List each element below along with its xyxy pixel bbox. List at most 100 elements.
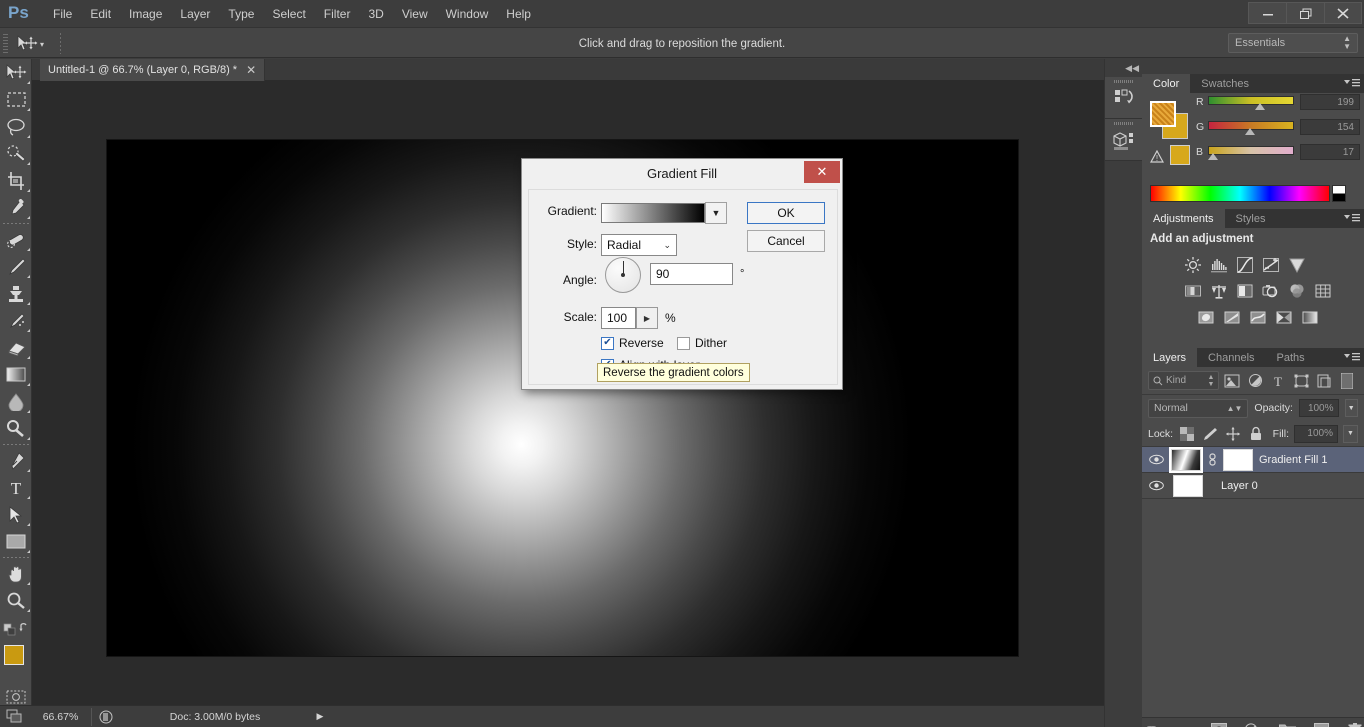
color-panel-foreground-swatch[interactable] — [1150, 101, 1176, 127]
channel-value-b[interactable]: 17 — [1300, 144, 1360, 160]
link-layers-icon[interactable] — [1142, 721, 1160, 727]
selective-color-icon[interactable] — [1271, 304, 1297, 330]
menu-file[interactable]: File — [44, 3, 81, 25]
menu-filter[interactable]: Filter — [315, 3, 360, 25]
layer-row-gradient-fill-1[interactable]: Gradient Fill 1 — [1142, 447, 1364, 473]
black-white-icon[interactable] — [1232, 278, 1258, 304]
dither-checkbox-row[interactable]: Dither — [677, 336, 727, 350]
lock-image-pixels-icon[interactable] — [1201, 425, 1219, 443]
color-spectrum-ramp[interactable] — [1150, 185, 1330, 202]
layer-visibility-icon[interactable] — [1147, 480, 1165, 491]
new-adjustment-layer-icon[interactable] — [1244, 721, 1262, 727]
angle-input[interactable]: 90 — [650, 263, 733, 285]
pixel-layer-filter-icon[interactable] — [1221, 371, 1242, 391]
hue-saturation-icon[interactable] — [1180, 278, 1206, 304]
layer-row-layer-0[interactable]: Layer 0 — [1142, 473, 1364, 499]
channel-thumb-g[interactable] — [1245, 128, 1255, 135]
spectrum-white-black-swatch[interactable] — [1332, 185, 1346, 202]
tab-swatches[interactable]: Swatches — [1190, 74, 1260, 93]
gradient-map-icon[interactable] — [1297, 304, 1323, 330]
opacity-value[interactable]: 100% — [1299, 399, 1339, 417]
channel-value-r[interactable]: 199 — [1300, 94, 1360, 110]
document-tab[interactable]: Untitled-1 @ 66.7% (Layer 0, RGB/8) * ✕ — [40, 59, 265, 81]
threshold-icon[interactable] — [1245, 304, 1271, 330]
layer-thumbnail[interactable] — [1173, 475, 1203, 497]
style-select[interactable]: Radial ⌄ — [601, 234, 677, 256]
posterize-icon[interactable] — [1219, 304, 1245, 330]
invert-icon[interactable] — [1193, 304, 1219, 330]
gamut-alternate-color-swatch[interactable] — [1170, 145, 1190, 165]
tool-lasso[interactable] — [0, 113, 32, 140]
menu-3d[interactable]: 3D — [359, 3, 392, 25]
tab-adjustments[interactable]: Adjustments — [1142, 209, 1225, 228]
layer-thumbnail[interactable] — [1171, 449, 1201, 471]
tool-eyedropper[interactable] — [0, 194, 32, 221]
dither-checkbox[interactable] — [677, 337, 690, 350]
levels-icon[interactable] — [1206, 252, 1232, 278]
menu-select[interactable]: Select — [263, 3, 314, 25]
cancel-button[interactable]: Cancel — [747, 230, 825, 252]
channel-slider-r[interactable] — [1208, 96, 1294, 105]
reverse-checkbox-row[interactable]: ✔ Reverse — [601, 336, 664, 350]
smart-object-filter-icon[interactable] — [1314, 371, 1335, 391]
filter-toggle-icon[interactable] — [1337, 371, 1358, 391]
menu-image[interactable]: Image — [120, 3, 171, 25]
channel-value-g[interactable]: 154 — [1300, 119, 1360, 135]
tool-rectangular-marquee[interactable] — [0, 86, 32, 113]
document-tab-close-icon[interactable]: ✕ — [246, 63, 256, 77]
adjustment-layer-filter-icon[interactable] — [1245, 371, 1266, 391]
tool-healing-brush[interactable] — [0, 226, 32, 253]
minimize-button[interactable] — [1248, 2, 1286, 24]
default-colors-and-swap[interactable] — [0, 614, 32, 641]
vibrance-icon[interactable] — [1284, 252, 1310, 278]
dialog-close-button[interactable]: ✕ — [804, 161, 840, 183]
restore-button[interactable] — [1286, 2, 1324, 24]
color-lookup-icon[interactable] — [1310, 278, 1336, 304]
workspace-selector[interactable]: Essentials ▲▼ — [1228, 33, 1358, 53]
color-balance-icon[interactable] — [1206, 278, 1232, 304]
layer-mask-thumbnail[interactable] — [1223, 449, 1253, 471]
exposure-icon[interactable] — [1258, 252, 1284, 278]
layers-panel-menu-icon[interactable] — [1344, 352, 1360, 364]
tool-brush[interactable] — [0, 253, 32, 280]
add-layer-mask-icon[interactable] — [1210, 721, 1228, 727]
tool-clone-stamp[interactable] — [0, 280, 32, 307]
collapse-panels-icon[interactable]: ◀◀ — [1105, 59, 1143, 77]
lock-transparent-pixels-icon[interactable] — [1178, 425, 1196, 443]
color-panel-menu-icon[interactable] — [1344, 78, 1360, 90]
menu-type[interactable]: Type — [219, 3, 263, 25]
zoom-level[interactable]: 66.67% — [30, 708, 92, 726]
gradient-picker[interactable]: ▼ — [601, 202, 727, 224]
gradient-preview[interactable] — [601, 203, 705, 223]
tab-color[interactable]: Color — [1142, 74, 1190, 93]
tool-hand[interactable] — [0, 560, 32, 587]
tool-pen[interactable] — [0, 447, 32, 474]
scale-stepper-icon[interactable]: ▶ — [636, 307, 658, 329]
tab-layers[interactable]: Layers — [1142, 348, 1197, 367]
delete-layer-icon[interactable] — [1346, 721, 1364, 727]
shape-layer-filter-icon[interactable] — [1291, 371, 1312, 391]
brightness-contrast-icon[interactable] — [1180, 252, 1206, 278]
fill-dropdown-icon[interactable]: ▼ — [1343, 425, 1358, 443]
tab-paths[interactable]: Paths — [1266, 348, 1316, 367]
channel-mixer-icon[interactable] — [1284, 278, 1310, 304]
curves-icon[interactable] — [1232, 252, 1258, 278]
menu-edit[interactable]: Edit — [81, 3, 120, 25]
new-group-icon[interactable] — [1278, 721, 1296, 727]
menu-window[interactable]: Window — [437, 3, 498, 25]
history-panel-button[interactable] — [1105, 77, 1143, 119]
lock-position-icon[interactable] — [1224, 425, 1242, 443]
tool-eraser[interactable] — [0, 334, 32, 361]
tool-quick-selection[interactable] — [0, 140, 32, 167]
type-layer-filter-icon[interactable]: T — [1268, 371, 1289, 391]
ok-button[interactable]: OK — [747, 202, 825, 224]
new-layer-icon[interactable] — [1312, 721, 1330, 727]
menu-view[interactable]: View — [393, 3, 437, 25]
angle-dial[interactable] — [605, 257, 641, 293]
tool-crop[interactable] — [0, 167, 32, 194]
channel-thumb-b[interactable] — [1208, 153, 1218, 160]
close-button[interactable] — [1324, 2, 1362, 24]
tool-type[interactable]: T — [0, 474, 32, 501]
reverse-checkbox[interactable]: ✔ — [601, 337, 614, 350]
tab-styles[interactable]: Styles — [1225, 209, 1277, 228]
